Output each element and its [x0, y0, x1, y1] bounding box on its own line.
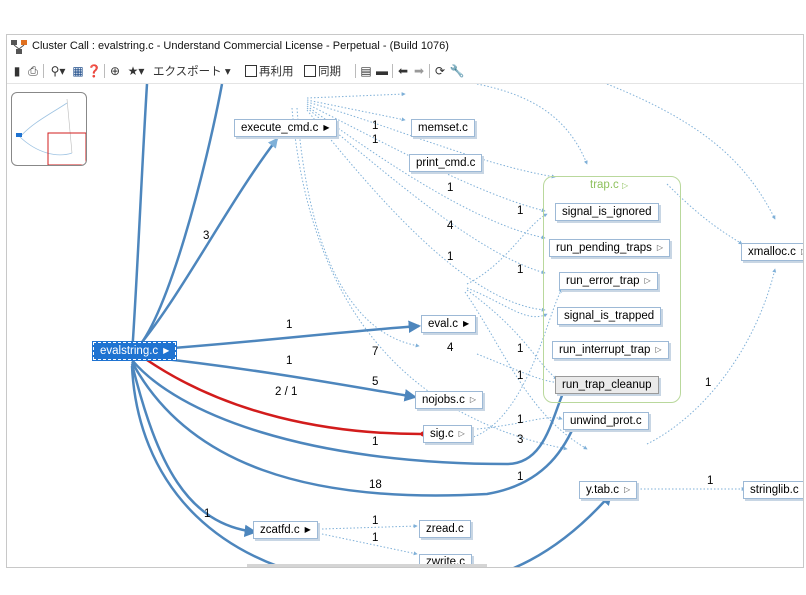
edge-label: 1	[286, 319, 293, 331]
edge-label: 1	[517, 205, 524, 217]
edge-label: 1	[447, 251, 454, 263]
horizontal-scrollbar[interactable]	[247, 564, 487, 567]
edge-label: 1	[372, 436, 379, 448]
trap-cluster-label: trap.c ▷	[590, 179, 629, 191]
edge-label: 4	[447, 342, 454, 354]
node-signal-is-ignored[interactable]: signal_is_ignored	[555, 203, 659, 221]
folder-icon[interactable]: ▬	[375, 63, 389, 79]
node-eval[interactable]: eval.c ▶	[421, 315, 477, 333]
edge-label: 1	[372, 134, 379, 146]
node-evalstring[interactable]: evalstring.c ▶	[91, 341, 178, 361]
title-bar: Cluster Call : evalstring.c - Understand…	[7, 35, 803, 59]
magnify-icon[interactable]: ⊕	[108, 63, 122, 79]
minimap-view	[16, 98, 86, 165]
edge-label: 2 / 1	[275, 386, 298, 398]
node-zread[interactable]: zread.c	[419, 520, 471, 538]
node-stringlib[interactable]: stringlib.c	[743, 481, 803, 499]
cluster-call-window: Cluster Call : evalstring.c - Understand…	[6, 34, 804, 568]
node-run-trap-cleanup[interactable]: run_trap_cleanup	[555, 376, 659, 394]
copy-icon[interactable]: ▮	[10, 63, 24, 79]
edge-label: 1	[286, 355, 293, 367]
wrench-icon[interactable]: 🔧	[450, 63, 465, 79]
zoom-icon[interactable]: ⚲▾	[47, 63, 69, 79]
help-icon[interactable]: ❓	[87, 63, 102, 79]
sync-checkbox[interactable]: 同期	[304, 63, 341, 79]
graph-canvas[interactable]: trap.c ▷ execute_cmd.c ▶ memset.c print_c…	[7, 84, 803, 567]
refresh-icon[interactable]: ⟳	[433, 63, 447, 79]
edge-label: 5	[372, 376, 379, 388]
node-zcatfd[interactable]: zcatfd.c ▶	[253, 521, 318, 539]
back-icon[interactable]: ⬅	[396, 63, 410, 79]
node-xmalloc[interactable]: xmalloc.c▷	[741, 243, 803, 261]
edge-label: 4	[447, 220, 454, 232]
edge-label: 1	[517, 414, 524, 426]
window-title: Cluster Call : evalstring.c - Understand…	[32, 40, 449, 52]
edge-label: 3	[517, 434, 524, 446]
reuse-checkbox[interactable]: 再利用	[245, 63, 294, 79]
node-print-cmd[interactable]: print_cmd.c	[409, 154, 483, 172]
edge-label: 1	[204, 508, 211, 520]
node-signal-is-trapped[interactable]: signal_is_trapped	[557, 307, 662, 325]
edge-label: 1	[517, 343, 524, 355]
node-memset[interactable]: memset.c	[411, 119, 475, 137]
edge-label: 1	[705, 377, 712, 389]
edge-label: 1	[372, 120, 379, 132]
edge-label: 1	[517, 370, 524, 382]
node-run-pending-traps[interactable]: run_pending_traps ▷	[549, 239, 671, 257]
edge-label: 1	[447, 182, 454, 194]
print-icon[interactable]: ⎙	[26, 63, 40, 79]
node-execute-cmd[interactable]: execute_cmd.c ▶	[234, 119, 337, 137]
app-graph-icon	[11, 40, 27, 54]
node-y-tab[interactable]: y.tab.c ▷	[579, 481, 638, 499]
node-sig[interactable]: sig.c ▷	[423, 425, 472, 443]
node-unwind-prot[interactable]: unwind_prot.c	[563, 412, 649, 430]
layout-icon[interactable]: ▤	[359, 63, 373, 79]
graph-minimap[interactable]	[11, 92, 87, 166]
edge-label: 1	[707, 475, 714, 487]
graph-edges	[130, 84, 777, 567]
edge-label: 3	[203, 230, 210, 242]
star-icon[interactable]: ★▾	[125, 63, 147, 79]
node-run-error-trap[interactable]: run_error_trap ▷	[559, 272, 658, 290]
toolbar: ▮ ⎙ ⚲▾ ▦ ❓ ⊕ ★▾ エクスポート ▾ 再利用 同期 ▤ ▬ ⬅ ➡ …	[7, 59, 803, 84]
edge-label: 7	[372, 346, 379, 358]
edge-label: 1	[517, 264, 524, 276]
edge-label: 1	[372, 532, 379, 544]
node-run-interrupt-trap[interactable]: run_interrupt_trap ▷	[552, 341, 669, 359]
export-menu[interactable]: エクスポート ▾	[153, 63, 231, 79]
node-nojobs[interactable]: nojobs.c ▷	[415, 391, 483, 409]
map-icon[interactable]: ▦	[71, 63, 85, 79]
forward-icon[interactable]: ➡	[412, 63, 426, 79]
edge-label: 18	[369, 479, 382, 491]
edge-label: 1	[517, 471, 524, 483]
edge-label: 1	[372, 515, 379, 527]
